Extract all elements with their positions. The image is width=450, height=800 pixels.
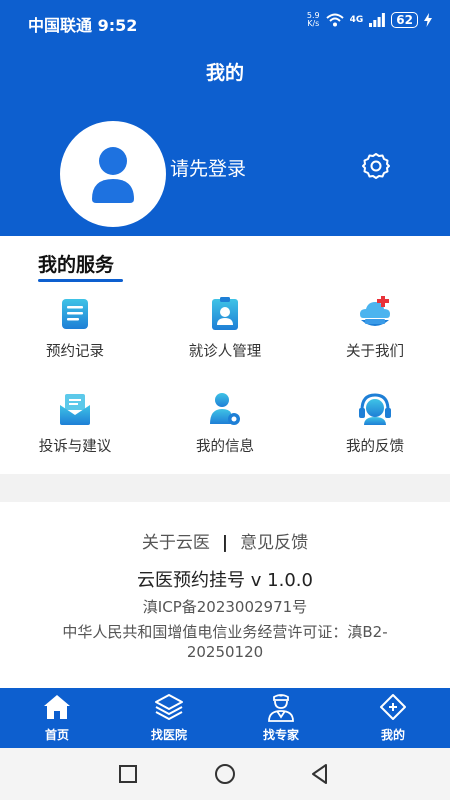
service-label: 关于我们 <box>346 344 404 360</box>
layers-icon <box>155 694 183 720</box>
avatar[interactable] <box>60 121 166 227</box>
speed-unit: K/s <box>307 19 320 28</box>
title-underline <box>38 279 123 282</box>
service-label: 就诊人管理 <box>188 344 262 360</box>
settings-gear-icon[interactable] <box>362 152 390 180</box>
tab-label: 找专家 <box>262 728 299 742</box>
network-type: 4G <box>349 15 364 25</box>
tab-find-expert[interactable]: 找专家 <box>236 692 326 743</box>
service-user-info[interactable]: 我的信息 <box>160 391 290 456</box>
back-triangle-icon[interactable] <box>308 762 332 786</box>
user-info-icon <box>210 393 240 425</box>
service-patient-management[interactable]: 就诊人管理 <box>160 296 290 361</box>
about-us-icon <box>360 296 390 326</box>
app-version: 云医预约挂号 v 1.0.0 <box>137 570 313 591</box>
complaint-icon <box>60 394 90 425</box>
service-complaint[interactable]: 投诉与建议 <box>10 391 140 456</box>
icp-number: 滇ICP备2023002971号 <box>142 598 308 616</box>
bottom-tab-bar: 首页 找医院 找专家 我的 <box>0 688 450 748</box>
wifi-icon <box>325 13 344 27</box>
recent-apps-icon[interactable] <box>116 762 140 786</box>
footer-links: 关于云医 | 意见反馈 <box>0 528 450 553</box>
my-services-section: 我的服务 预约记录 就诊人管理 关于我们 投诉与建议 我的信息 我的反馈 <box>0 236 450 474</box>
tab-label: 首页 <box>44 728 69 742</box>
service-feedback[interactable]: 我的反馈 <box>310 391 440 456</box>
status-bar: 中国联通 9:52 5.9 K/s 4G 62 <box>0 0 450 44</box>
network-speed: 5.9 K/s <box>307 12 320 28</box>
user-avatar-icon <box>92 147 134 203</box>
system-navigation-bar <box>0 748 450 800</box>
tab-label: 我的 <box>380 728 405 742</box>
login-prompt[interactable]: 请先登录 <box>170 154 246 181</box>
home-circle-icon[interactable] <box>213 762 237 786</box>
feedback-link[interactable]: 意见反馈 <box>240 533 308 553</box>
home-icon <box>44 695 70 719</box>
patient-management-icon <box>212 297 238 330</box>
tab-mine[interactable]: 我的 <box>348 692 438 743</box>
signal-icon <box>369 13 386 27</box>
doctor-icon <box>268 694 294 722</box>
about-app-link[interactable]: 关于云医 <box>142 533 210 553</box>
service-label: 预约记录 <box>46 344 104 360</box>
battery-indicator: 62 <box>391 12 418 28</box>
license-text: 中华人民共和国增值电信业务经营许可证：滇B2-20250120 <box>62 623 388 661</box>
appointment-record-icon <box>62 299 88 329</box>
service-about-us[interactable]: 关于我们 <box>310 296 440 361</box>
tab-label: 找医院 <box>150 728 187 742</box>
link-separator: | <box>221 533 229 553</box>
status-icons: 5.9 K/s 4G 62 <box>307 12 432 28</box>
service-label: 投诉与建议 <box>38 439 112 455</box>
service-label: 我的反馈 <box>346 439 404 455</box>
carrier-name: 中国联通 <box>28 16 93 35</box>
section-title: 我的服务 <box>38 254 115 276</box>
service-label: 我的信息 <box>196 439 254 455</box>
diamond-plus-icon <box>380 694 406 720</box>
profile-header: 我的 请先登录 <box>0 44 450 236</box>
page-title: 我的 <box>205 62 244 84</box>
app-info-section: 关于云医 | 意见反馈 云医预约挂号 v 1.0.0 滇ICP备2023002971… <box>0 502 450 688</box>
tab-home[interactable]: 首页 <box>12 692 102 743</box>
clock: 9:52 <box>97 16 138 35</box>
service-appointment-record[interactable]: 预约记录 <box>10 296 140 361</box>
charging-icon <box>424 13 432 27</box>
carrier-time: 中国联通 9:52 <box>28 12 137 36</box>
feedback-icon <box>359 393 391 425</box>
tab-find-hospital[interactable]: 找医院 <box>124 692 214 743</box>
